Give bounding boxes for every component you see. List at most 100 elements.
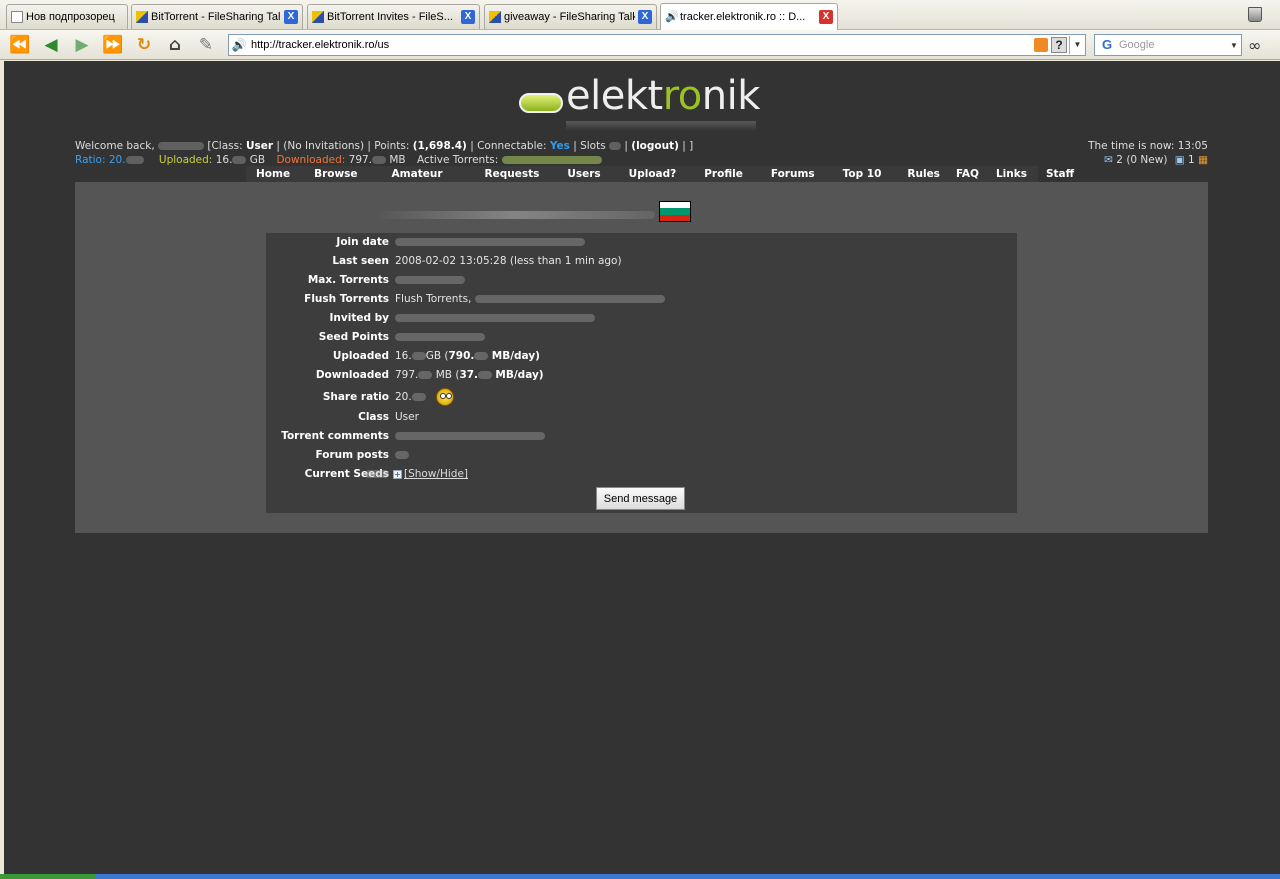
search-box[interactable]: G Google ▼ [1094,34,1242,56]
row-value: + [Show/Hide] [365,465,468,484]
speaker-icon: 🔊 [665,11,679,23]
menu-staff[interactable]: Staff [1036,166,1084,182]
class-value: User [245,140,274,152]
menu-requests[interactable]: Requests [471,166,554,182]
active-torrents-blurred [501,156,602,164]
row-value [395,233,585,252]
profile-row-current-seeds: Current Seeds + [Show/Hide] [266,465,1017,484]
user-status-bar: Welcome back, [Class: User | (No Invitat… [75,139,1208,167]
points-value[interactable]: (1,698.4) [413,140,467,152]
glasses-icon[interactable]: ∞ [1248,36,1261,55]
profile-username-blurred [375,211,655,219]
fast-forward-icon[interactable]: ⏩ [101,33,125,57]
profile-row-torrent-comments: Torrent comments [266,427,1017,446]
row-value [395,427,545,446]
home-icon[interactable]: ⌂ [163,33,187,57]
tab-title: tracker.elektronik.ro :: D... [680,11,806,23]
browser-tab-fst-1[interactable]: BitTorrent - FileSharing Talk X [131,4,303,29]
messages-count[interactable]: 2 (0 New) [1116,154,1167,166]
tab-title: BitTorrent Invites - FileS... [327,11,453,23]
browser-tab-active[interactable]: 🔊 tracker.elektronik.ro :: D... X [660,3,838,30]
browser-tab-fst-2[interactable]: BitTorrent Invites - FileS... X [307,4,480,29]
send-message-button[interactable]: Send message [596,487,685,510]
row-value: 20. [395,386,454,408]
rss-icon[interactable] [1034,38,1048,52]
rewind-icon[interactable]: ⏪ [8,33,32,57]
status-progress [0,874,95,879]
downloaded-blurred [372,156,387,164]
downloaded-label: Downloaded: [276,154,346,166]
close-bracket: | ] [682,140,694,152]
friends-icon[interactable]: ▣ [1175,154,1185,166]
chevron-down-icon[interactable]: ▼ [1069,36,1085,54]
expand-plus-icon[interactable]: + [393,469,402,479]
rss-small-icon[interactable]: ▦ [1198,154,1208,166]
tab-title: giveaway - FileSharing Talk [504,11,635,23]
uploaded-label: Uploaded: [158,154,213,166]
class-label: [Class: [207,140,243,152]
profile-row-flush-torrents: Flush Torrents Flush Torrents, [266,290,1017,309]
show-hide-link[interactable]: [Show/Hide] [404,468,468,480]
back-arrow-icon[interactable]: ◀ [39,33,63,57]
menu-faq[interactable]: FAQ [948,166,987,182]
page-viewport: elektronik Welcome back, [Class: User | … [4,61,1280,874]
row-value [395,446,409,465]
address-url[interactable]: http://tracker.elektronik.ro/us [249,39,1034,51]
google-icon: G [1101,37,1113,52]
logout-link[interactable]: (logout) [631,140,679,152]
logo-pill-icon [519,93,563,113]
menu-users[interactable]: Users [553,166,614,182]
menu-home[interactable]: Home [246,166,300,182]
menu-links[interactable]: Links [987,166,1036,182]
slots-blurred [609,142,622,150]
browser-nav-bar: ⏪ ◀ ▶ ⏩ ↻ ⌂ ✎ 🔊 http://tracker.elektroni… [0,30,1280,60]
menu-profile[interactable]: Profile [690,166,757,182]
profile-row-class: Class User [266,408,1017,427]
browser-tab-bar: Нов подпрозорец BitTorrent - FileSharing… [0,0,1280,30]
row-label: Max. Torrents [307,274,389,286]
row-value [395,271,465,290]
slots-label: | Slots [573,140,606,152]
row-label: Seed Points [318,331,389,343]
ratio-value: 20. [108,154,126,166]
profile-row-uploaded: Uploaded 16. GB (790. MB/day) [266,347,1017,366]
username-blurred[interactable] [158,142,205,150]
server-time: The time is now: 13:05 [1088,140,1208,152]
status-bar [0,874,1280,879]
trash-icon[interactable] [1248,7,1262,22]
address-bar[interactable]: 🔊 http://tracker.elektronik.ro/us ? ▼ [228,34,1086,56]
close-tab-icon[interactable]: X [461,10,475,24]
profile-details-table: Join date Last seen 2008-02-02 13:05:28 … [266,233,1017,513]
row-label: Uploaded [332,350,389,362]
tab-title: Нов подпрозорец [26,11,115,23]
row-value[interactable]: Flush Torrents, [395,290,665,309]
bulgaria-flag-icon [659,201,691,222]
search-input[interactable]: Google [1119,39,1227,51]
help-icon[interactable]: ? [1051,37,1067,53]
chevron-down-icon[interactable]: ▼ [1227,41,1241,50]
menu-amateur[interactable]: Amateur [372,166,471,182]
close-tab-icon[interactable]: X [819,10,833,24]
close-tab-icon[interactable]: X [638,10,652,24]
reload-icon[interactable]: ↻ [132,33,156,57]
row-label: Class [358,411,389,423]
downloaded-value: 797. [348,154,373,166]
browser-tab-fst-3[interactable]: giveaway - FileSharing Talk X [484,4,657,29]
envelope-icon[interactable]: ✉ [1104,154,1113,166]
menu-upload[interactable]: Upload? [615,166,691,182]
edit-pencil-icon[interactable]: ✎ [194,33,218,57]
menu-forums[interactable]: Forums [757,166,829,182]
forward-arrow-icon[interactable]: ▶ [70,33,94,57]
menu-browse[interactable]: Browse [300,166,371,182]
profile-row-downloaded: Downloaded 797. MB (37. MB/day) [266,366,1017,385]
profile-content: Join date Last seen 2008-02-02 13:05:28 … [75,182,1208,533]
invitations-text: | (No Invitations) | Points: [276,140,410,152]
browser-tab-new[interactable]: Нов подпрозорец [6,4,128,29]
row-value [395,328,485,347]
close-tab-icon[interactable]: X [284,10,298,24]
flag-stripe [660,214,690,221]
friends-count[interactable]: 1 [1188,154,1195,166]
menu-rules[interactable]: Rules [895,166,948,182]
site-logo[interactable]: elektronik [516,71,766,131]
menu-top10[interactable]: Top 10 [829,166,896,182]
